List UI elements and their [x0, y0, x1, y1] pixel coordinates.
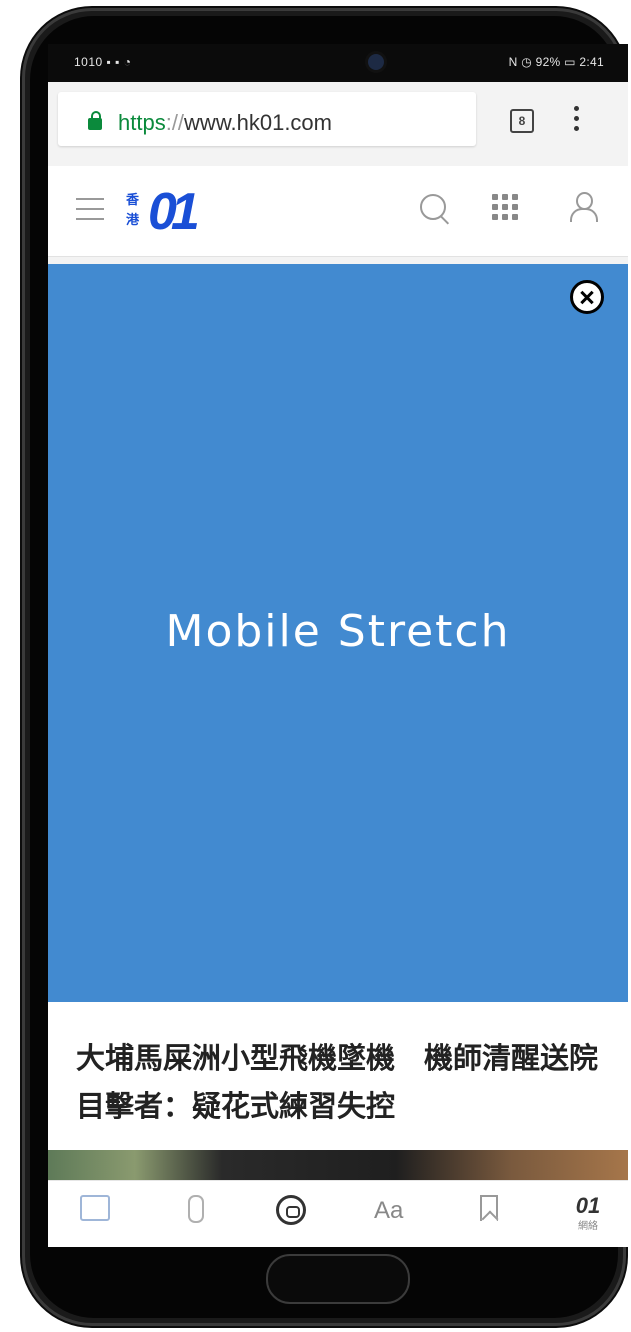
home-button[interactable] [266, 1254, 410, 1304]
search-icon[interactable] [420, 194, 446, 220]
article-toolbar: Aa 01 網絡 [48, 1180, 628, 1247]
app-sub-label: 網絡 [578, 1221, 598, 1232]
url-separator: :// [165, 110, 185, 135]
like-icon[interactable] [188, 1195, 204, 1223]
logo-mark: 01 [148, 183, 200, 241]
hamburger-menu-icon[interactable] [76, 198, 104, 220]
close-ad-icon[interactable] [570, 280, 604, 314]
hk01-logo[interactable]: 香港 01 [126, 183, 220, 241]
article-thumbnail[interactable] [48, 1150, 628, 1180]
browser-toolbar: https://www.hk01.com 8 [48, 82, 628, 166]
article-card[interactable]: 大埔馬屎洲小型飛機墜機 機師清醒送院 目擊者：疑花式練習失控 [48, 1002, 628, 1154]
ad-label: Mobile Stretch [165, 606, 511, 657]
site-header: 香港 01 [48, 166, 628, 257]
lock-icon [88, 111, 102, 130]
status-right: N ◷ 92% ▭ 2:41 [508, 55, 604, 69]
font-size-button[interactable]: Aa [374, 1197, 403, 1231]
article-headline[interactable]: 大埔馬屎洲小型飛機墜機 機師清醒送院 目擊者：疑花式練習失控 [76, 1034, 627, 1130]
whatsapp-share-icon[interactable] [276, 1195, 306, 1225]
hk01-app-link[interactable]: 01 網絡 [568, 1193, 608, 1233]
url-scheme: https [118, 110, 166, 135]
url-host: www.hk01.com [184, 110, 332, 135]
status-left: 1010 ▪ ▪ ◔ [74, 55, 132, 69]
user-account-icon[interactable] [568, 192, 598, 224]
front-camera-icon [368, 54, 384, 70]
app-logo: 01 [575, 1193, 601, 1218]
mobile-stretch-ad[interactable]: Mobile Stretch [48, 264, 628, 1002]
apps-grid-icon[interactable] [492, 194, 520, 222]
tab-switcher-button[interactable]: 8 [510, 109, 534, 133]
bookmark-icon[interactable] [480, 1195, 498, 1221]
status-bar: 1010 ▪ ▪ ◔ N ◷ 92% ▭ 2:41 [48, 44, 628, 82]
url-text: https://www.hk01.com [118, 110, 332, 136]
screen: 1010 ▪ ▪ ◔ N ◷ 92% ▭ 2:41 https://www.hk… [48, 44, 628, 1247]
comment-icon[interactable] [80, 1195, 110, 1221]
address-bar[interactable]: https://www.hk01.com [58, 92, 476, 146]
logo-hk-text: 香港 [126, 192, 140, 227]
browser-menu-icon[interactable] [574, 106, 580, 134]
